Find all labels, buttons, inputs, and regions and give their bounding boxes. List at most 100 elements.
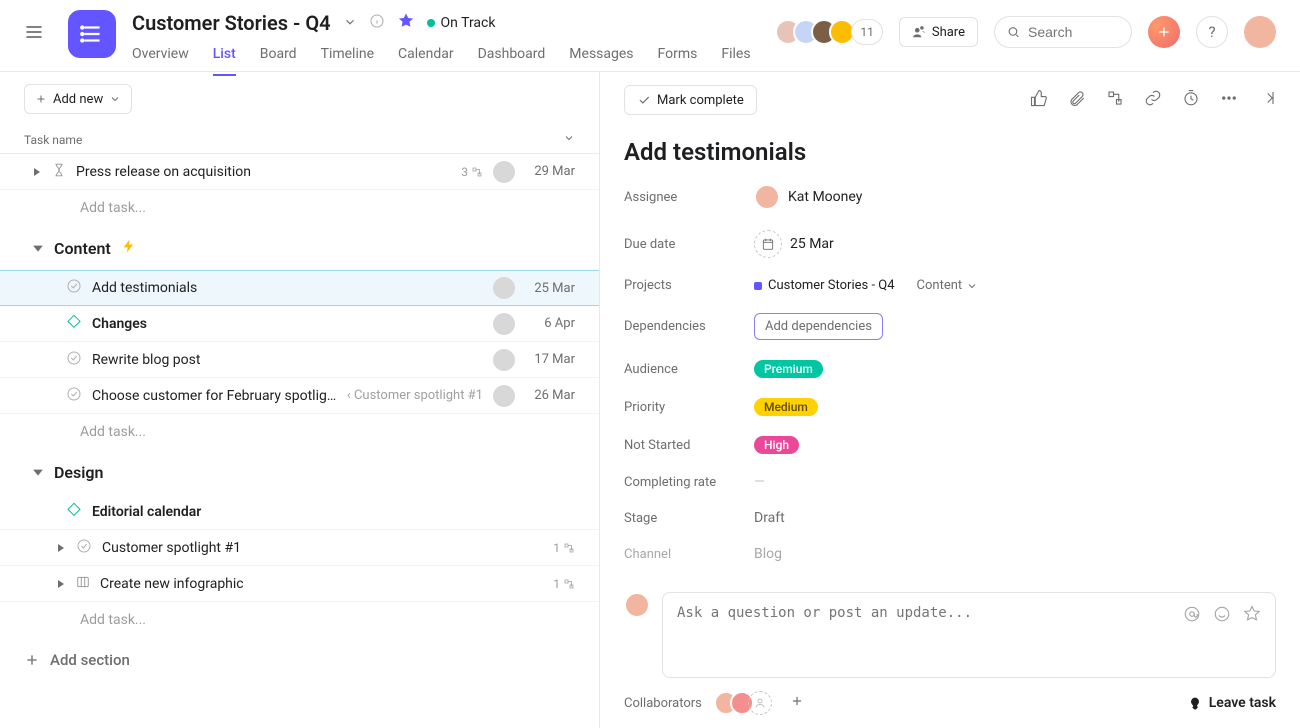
project-info-icon[interactable] <box>369 13 385 33</box>
expand-icon[interactable] <box>56 543 66 553</box>
subtask-icon[interactable] <box>1106 89 1124 111</box>
subtask-count: 1 <box>553 577 575 591</box>
field-due-date[interactable]: Due date 25 Mar <box>624 230 1276 258</box>
status-label: On Track <box>441 15 496 31</box>
task-date: 6 Apr <box>525 316 575 331</box>
task-row[interactable]: Editorial calendar <box>0 494 599 530</box>
copy-link-icon[interactable] <box>1144 89 1162 111</box>
like-icon[interactable] <box>1030 89 1048 111</box>
favorite-star-icon[interactable] <box>397 12 415 34</box>
column-menu[interactable] <box>563 132 575 147</box>
milestone-icon[interactable] <box>66 502 82 522</box>
calendar-icon <box>754 230 782 258</box>
column-header-task-name: Task name <box>24 133 82 147</box>
task-row[interactable]: Press release on acquisition 3 29 Mar <box>0 154 599 190</box>
search-box[interactable] <box>994 16 1132 48</box>
complete-toggle[interactable] <box>66 386 82 406</box>
assignee-avatar[interactable] <box>493 349 515 371</box>
complete-toggle[interactable] <box>66 350 82 370</box>
status-dot-icon <box>427 19 435 27</box>
collapse-icon[interactable] <box>32 463 44 482</box>
add-collaborator-slot[interactable] <box>748 691 772 715</box>
field-dependencies[interactable]: Dependencies Add dependencies <box>624 313 1276 340</box>
field-channel[interactable]: Channel Blog <box>624 546 1276 562</box>
add-new-button[interactable]: Add new <box>24 84 132 114</box>
assignee-avatar[interactable] <box>493 161 515 183</box>
field-status[interactable]: Not Started High <box>624 436 1276 454</box>
field-stage[interactable]: Stage Draft <box>624 510 1276 526</box>
expand-icon[interactable] <box>56 579 66 589</box>
complete-toggle[interactable] <box>76 538 92 558</box>
section-name: Design <box>54 463 103 482</box>
me-avatar[interactable] <box>1244 16 1276 48</box>
expand-icon[interactable] <box>32 167 42 177</box>
task-name: Create new infographic <box>100 576 543 592</box>
task-name: Add testimonials <box>92 280 483 296</box>
task-name: Editorial calendar <box>92 504 575 520</box>
assignee-avatar[interactable] <box>493 313 515 335</box>
mention-icon[interactable] <box>1183 605 1201 623</box>
mark-complete-button[interactable]: Mark complete <box>624 85 757 115</box>
section-header[interactable]: Content <box>0 226 599 270</box>
automation-icon <box>121 238 137 258</box>
add-task-button[interactable]: Add task... <box>0 602 599 638</box>
field-assignee[interactable]: Assignee Kat Mooney <box>624 184 1276 210</box>
subtask-count: 1 <box>553 541 575 555</box>
comment-me-avatar <box>624 592 650 618</box>
project-title: Customer Stories - Q4 <box>132 11 331 35</box>
task-title[interactable]: Add testimonials <box>600 128 1300 184</box>
task-name: Choose customer for February spotlight <box>92 388 337 404</box>
task-date: 26 Mar <box>525 388 575 403</box>
section-name: Content <box>54 239 111 258</box>
add-collaborator-button[interactable] <box>790 694 804 712</box>
task-date: 29 Mar <box>525 164 575 179</box>
field-priority[interactable]: Priority Medium <box>624 398 1276 416</box>
sidebar-toggle[interactable] <box>16 14 52 50</box>
task-name: Customer spotlight #1 <box>102 540 543 556</box>
milestone-icon[interactable] <box>66 314 82 334</box>
section-chip[interactable]: Content <box>917 278 979 293</box>
emoji-icon[interactable] <box>1213 605 1231 623</box>
task-name: Changes <box>92 316 483 332</box>
complete-toggle[interactable] <box>66 278 82 298</box>
add-task-button[interactable]: Add task... <box>0 414 599 450</box>
collaborator-avatars[interactable] <box>714 691 772 715</box>
attachment-icon[interactable] <box>1068 89 1086 111</box>
add-task-button[interactable]: Add task... <box>0 190 599 226</box>
leave-task-button[interactable]: Leave task <box>1187 695 1276 711</box>
task-row[interactable]: Create new infographic 1 <box>0 566 599 602</box>
help-button[interactable]: ? <box>1196 16 1228 48</box>
section-header[interactable]: Design <box>0 450 599 494</box>
add-section-button[interactable]: Add section <box>0 638 599 682</box>
task-row[interactable]: Choose customer for February spotlight ‹… <box>0 378 599 414</box>
member-count[interactable]: 11 <box>851 19 883 45</box>
board-icon <box>76 575 90 593</box>
share-button[interactable]: Share <box>899 17 978 47</box>
collaborators-label: Collaborators <box>624 696 702 711</box>
add-dependencies-button[interactable]: Add dependencies <box>754 313 883 340</box>
close-panel-icon[interactable] <box>1258 89 1276 111</box>
collapse-icon[interactable] <box>32 239 44 258</box>
field-audience[interactable]: Audience Premium <box>624 360 1276 378</box>
task-name: Press release on acquisition <box>76 164 451 180</box>
search-input[interactable] <box>1028 24 1119 40</box>
task-row[interactable]: Changes 6 Apr <box>0 306 599 342</box>
comment-input[interactable] <box>677 605 1171 665</box>
star-icon[interactable] <box>1243 605 1261 623</box>
add-new-label: Add new <box>53 92 103 107</box>
timer-icon[interactable] <box>1182 89 1200 111</box>
member-avatars[interactable]: 11 <box>775 19 883 45</box>
project-menu[interactable] <box>343 14 357 33</box>
task-row[interactable]: Customer spotlight #1 1 <box>0 530 599 566</box>
task-row[interactable]: Rewrite blog post 17 Mar <box>0 342 599 378</box>
assignee-avatar[interactable] <box>493 385 515 407</box>
field-projects[interactable]: Projects Customer Stories - Q4 Content <box>624 278 1276 293</box>
project-icon <box>68 10 116 58</box>
more-icon[interactable] <box>1220 89 1238 111</box>
assignee-avatar[interactable] <box>493 277 515 299</box>
chevron-down-icon <box>109 93 121 105</box>
field-completing-rate[interactable]: Completing rate — <box>624 474 1276 490</box>
task-row[interactable]: Add testimonials 25 Mar <box>0 270 599 306</box>
status-chip[interactable]: On Track <box>427 15 496 31</box>
global-add-button[interactable] <box>1148 16 1180 48</box>
